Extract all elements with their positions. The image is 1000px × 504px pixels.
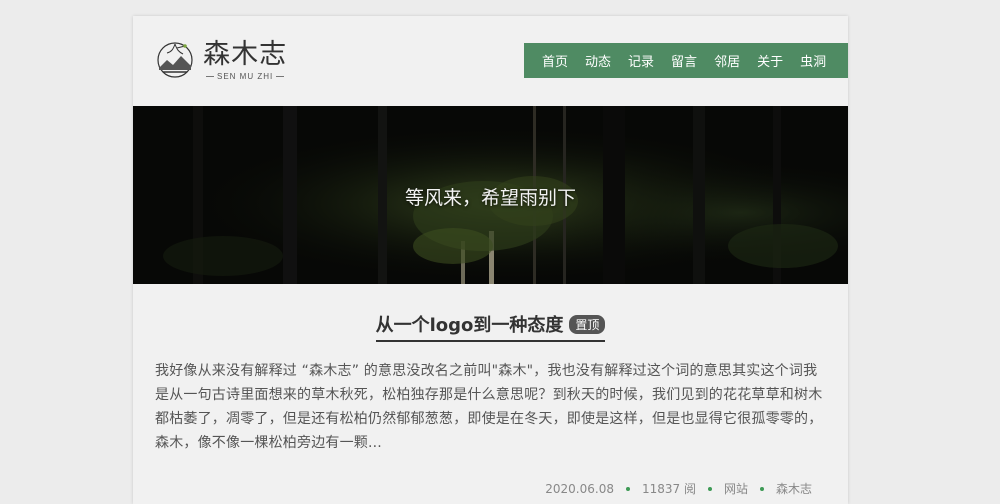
dot-separator-icon: [759, 486, 764, 491]
page-container: 森木志 SEN MU ZHI 首页 动态 记录 留言 邻居 关于 虫洞 等风来，…: [133, 16, 848, 504]
nav-item-records[interactable]: 记录: [628, 51, 654, 70]
hero-banner: 等风来，希望雨别下: [133, 106, 848, 284]
post-category-link[interactable]: 网站: [724, 480, 748, 497]
site-header: 森木志 SEN MU ZHI 首页 动态 记录 留言 邻居 关于 虫洞: [133, 16, 848, 106]
post-views: 11837 阅: [641, 482, 696, 496]
logo-title: 森木志: [203, 38, 288, 70]
nav-item-updates[interactable]: 动态: [585, 51, 611, 70]
dot-separator-icon: [707, 486, 712, 491]
post-title-link[interactable]: 从一个logo到一种态度 置顶: [375, 311, 606, 342]
post-author-link[interactable]: 森木志: [776, 480, 812, 497]
main-nav: 首页 动态 记录 留言 邻居 关于 虫洞: [524, 43, 848, 78]
post-date: 2020.06.08: [545, 481, 614, 496]
dot-separator-icon: [625, 486, 630, 491]
post-card: 从一个logo到一种态度 置顶 我好像从来没有解释过 “森木志” 的意思没改名之…: [133, 284, 848, 496]
nav-item-wormhole[interactable]: 虫洞: [800, 51, 826, 70]
nav-item-neighbors[interactable]: 邻居: [714, 51, 740, 70]
nav-item-home[interactable]: 首页: [542, 51, 568, 70]
logo-subtitle: SEN MU ZHI: [217, 71, 274, 81]
post-excerpt: 我好像从来没有解释过 “森木志” 的意思没改名之前叫"森木"，我也没有解释过这个…: [155, 363, 823, 451]
nav-item-guestbook[interactable]: 留言: [671, 51, 697, 70]
banner-slogan: 等风来，希望雨别下: [404, 187, 576, 209]
post-title: 从一个logo到一种态度: [375, 315, 564, 336]
pinned-badge: 置顶: [569, 314, 606, 334]
tree-logo-icon: [157, 42, 193, 78]
site-logo[interactable]: 森木志 SEN MU ZHI: [155, 38, 287, 82]
nav-item-about[interactable]: 关于: [757, 51, 783, 70]
post-meta: 2020.06.08 11837 阅 网站 森木志: [545, 480, 812, 497]
